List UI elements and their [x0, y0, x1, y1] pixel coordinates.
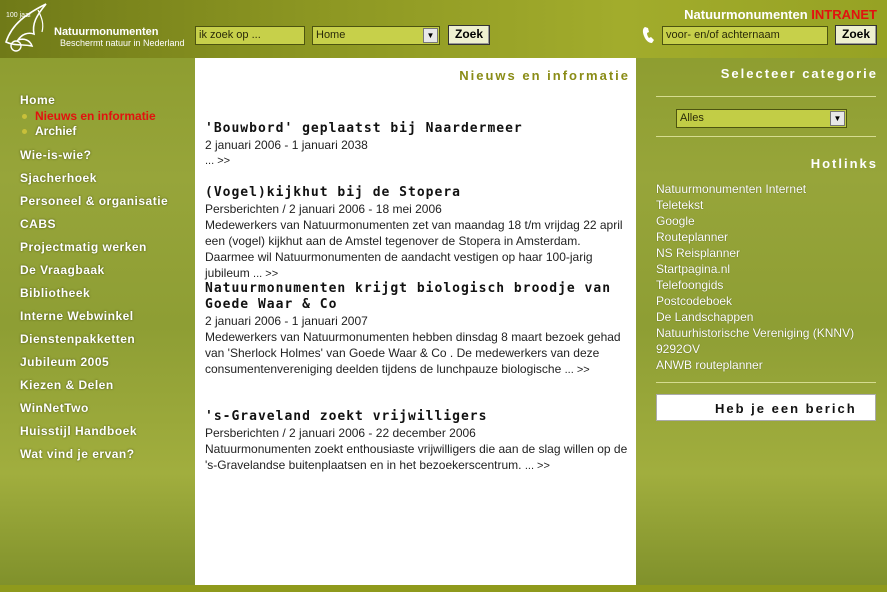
left-navigation: Home Nieuws en informatie Archief Wie-is… [0, 58, 195, 585]
nav-item-winnettwo[interactable]: WinNetTwo [20, 401, 89, 415]
nav-item-cabs[interactable]: CABS [20, 217, 56, 231]
nav-item-huisstijl[interactable]: Huisstijl Handboek [20, 424, 137, 438]
hotlink-routeplanner[interactable]: Routeplanner [656, 230, 728, 244]
hotlink-de-landschappen[interactable]: De Landschappen [656, 310, 753, 324]
nav-item-vraagbaak[interactable]: De Vraagbaak [20, 263, 105, 277]
nav-item-bibliotheek[interactable]: Bibliotheek [20, 286, 90, 300]
name-search-input[interactable]: voor- en/of achternaam [662, 26, 828, 45]
news-meta: 2 januari 2006 - 1 januari 2038 [205, 138, 368, 152]
nav-item-wie-is-wie[interactable]: Wie-is-wie? [20, 148, 91, 162]
nav-subitem-label: Nieuws en informatie [35, 109, 156, 123]
news-item: (Vogel)kijkhut bij de Stopera Persberich… [205, 185, 630, 282]
nav-subitem-archief[interactable]: Archief [22, 124, 76, 138]
name-search-button[interactable]: Zoek [835, 25, 877, 45]
hotlink-postcodeboek[interactable]: Postcodeboek [656, 294, 732, 308]
header: 100 jaar Natuurmonumenten Beschermt natu… [0, 0, 887, 58]
divider [656, 382, 876, 383]
news-title[interactable]: 's-Graveland zoekt vrijwilligers [205, 409, 630, 425]
news-description: Medewerkers van Natuurmonumenten zet van… [205, 217, 630, 282]
hotlinks-heading: Hotlinks [810, 156, 878, 171]
logo[interactable]: 100 jaar Natuurmonumenten Beschermt natu… [2, 2, 192, 56]
hotlink-google[interactable]: Google [656, 214, 695, 228]
read-more-link[interactable]: ... >> [205, 155, 230, 167]
bullet-icon [22, 129, 27, 135]
chevron-down-icon[interactable]: ▼ [830, 111, 845, 126]
news-title[interactable]: (Vogel)kijkhut bij de Stopera [205, 185, 630, 201]
main-content: Nieuws en informatie 'Bouwbord' geplaats… [195, 58, 636, 585]
nav-item-projectmatig-werken[interactable]: Projectmatig werken [20, 240, 147, 254]
read-more-link[interactable]: ... >> [565, 364, 590, 376]
search-input[interactable]: ik zoek op ... [195, 26, 305, 45]
news-meta: 2 januari 2006 - 1 januari 2007 [205, 314, 368, 328]
news-title[interactable]: Natuurmonumenten krijgt biologisch brood… [205, 281, 630, 313]
nav-subitem-nieuws[interactable]: Nieuws en informatie [22, 109, 156, 123]
hotlink-startpagina[interactable]: Startpagina.nl [656, 262, 730, 276]
logo-name: Natuurmonumenten [54, 26, 159, 38]
news-item: 's-Graveland zoekt vrijwilligers Persber… [205, 409, 630, 474]
hotlink-ns-reisplanner[interactable]: NS Reisplanner [656, 246, 740, 260]
message-ticker[interactable]: Heb je een berich [656, 394, 876, 421]
news-description: Natuurmonumenten zoekt enthousiaste vrij… [205, 441, 630, 474]
divider [656, 96, 876, 97]
intranet-title-prefix: Natuurmonumenten [684, 7, 808, 22]
hotlink-knnv[interactable]: Natuurhistorische Vereniging (KNNV) [656, 326, 854, 340]
hotlink-teletekst[interactable]: Teletekst [656, 198, 703, 212]
nav-item-sjacherhoek[interactable]: Sjacherhoek [20, 171, 97, 185]
read-more-link[interactable]: ... >> [253, 268, 278, 280]
phone-icon [642, 27, 654, 43]
hotlink-natuurmonumenten-internet[interactable]: Natuurmonumenten Internet [656, 182, 806, 196]
search-button[interactable]: Zoek [448, 25, 490, 45]
section-select-value: Home [316, 29, 346, 41]
category-select[interactable]: Alles ▼ [676, 109, 847, 128]
chevron-down-icon[interactable]: ▼ [423, 28, 438, 43]
intranet-title: Natuurmonumenten INTRANET [684, 7, 877, 22]
hotlink-9292ov[interactable]: 9292OV [656, 342, 700, 356]
nav-item-jubileum[interactable]: Jubileum 2005 [20, 355, 109, 369]
logo-tagline: Beschermt natuur in Nederland [60, 38, 185, 48]
nav-item-personeel[interactable]: Personeel & organisatie [20, 194, 168, 208]
read-more-link[interactable]: ... >> [525, 460, 550, 472]
page-title: Nieuws en informatie [459, 68, 630, 83]
nav-item-webwinkel[interactable]: Interne Webwinkel [20, 309, 134, 323]
intranet-title-suffix: INTRANET [811, 7, 877, 22]
category-select-value: Alles [680, 112, 704, 124]
news-description-text: Natuurmonumenten zoekt enthousiaste vrij… [205, 442, 628, 472]
news-item: 'Bouwbord' geplaatst bij Naardermeer 2 j… [205, 121, 630, 167]
news-title[interactable]: 'Bouwbord' geplaatst bij Naardermeer [205, 121, 630, 137]
bullet-icon [22, 114, 27, 120]
nav-subitem-label: Archief [35, 124, 77, 138]
right-column: Selecteer categorie Alles ▼ Hotlinks Nat… [636, 58, 887, 585]
bottom-bar [0, 585, 887, 592]
section-select[interactable]: Home ▼ [312, 26, 440, 45]
bird-logo-icon [5, 3, 47, 52]
name-search-placeholder: voor- en/of achternaam [666, 29, 780, 41]
hotlink-telefoongids[interactable]: Telefoongids [656, 278, 723, 292]
news-item: Natuurmonumenten krijgt biologisch brood… [205, 281, 630, 378]
logo-years: 100 jaar [6, 12, 32, 19]
hotlink-anwb-routeplanner[interactable]: ANWB routeplanner [656, 358, 763, 372]
news-description-text: Medewerkers van Natuurmonumenten hebben … [205, 330, 621, 376]
search-input-placeholder: ik zoek op ... [199, 29, 261, 41]
nav-item-home[interactable]: Home [20, 93, 55, 107]
nav-item-feedback[interactable]: Wat vind je ervan? [20, 447, 135, 461]
news-meta: Persberichten / 2 januari 2006 - 22 dece… [205, 426, 476, 440]
news-description: Medewerkers van Natuurmonumenten hebben … [205, 329, 630, 378]
divider [656, 136, 876, 137]
nav-item-kiezen-delen[interactable]: Kiezen & Delen [20, 378, 114, 392]
message-ticker-text: Heb je een berich [715, 401, 857, 416]
news-meta: Persberichten / 2 januari 2006 - 18 mei … [205, 202, 442, 216]
category-heading: Selecteer categorie [720, 66, 878, 81]
nav-item-dienstenpakketten[interactable]: Dienstenpakketten [20, 332, 135, 346]
